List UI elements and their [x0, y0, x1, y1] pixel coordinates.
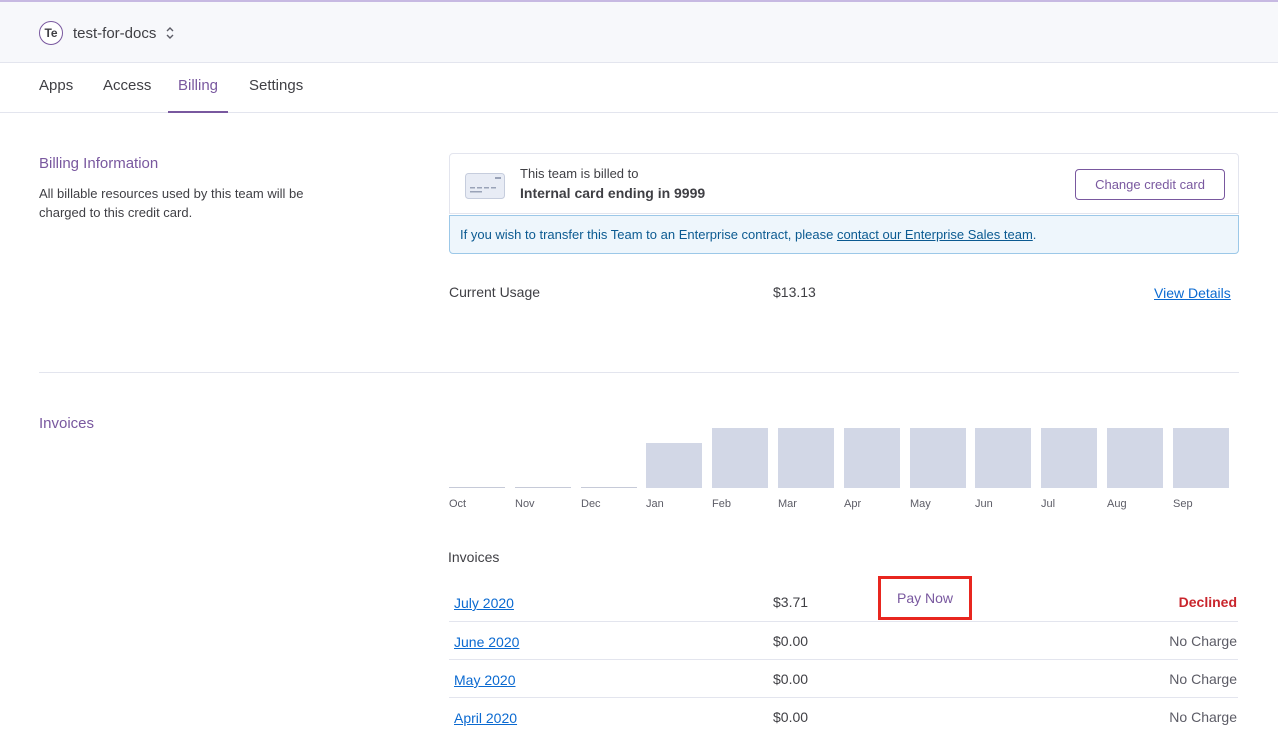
- chart-label-dec: Dec: [581, 498, 601, 510]
- invoice-month-link[interactable]: April 2020: [454, 710, 517, 726]
- invoice-month-link[interactable]: July 2020: [454, 595, 514, 611]
- chart-bar-feb[interactable]: [712, 428, 768, 488]
- chart-label-jul: Jul: [1041, 498, 1056, 510]
- chart-bar-oct[interactable]: [449, 487, 505, 488]
- credit-card-icon: [465, 173, 505, 199]
- invoice-amount: $0.00: [773, 671, 809, 687]
- invoice-row: June 2020 $0.00 No Charge: [449, 622, 1238, 660]
- team-avatar: Te: [39, 21, 63, 45]
- invoice-month-link[interactable]: June 2020: [454, 634, 519, 650]
- chart-label-may: May: [910, 498, 931, 510]
- chart-label-feb: Feb: [712, 498, 731, 510]
- chart-label-mar: Mar: [778, 498, 797, 510]
- invoice-status: No Charge: [1169, 671, 1237, 687]
- invoice-chart: Oct Nov Dec Jan Feb Mar Apr May Jun Jul Aug Sep: [449, 410, 1239, 520]
- chart-bar-sep[interactable]: [1173, 428, 1229, 488]
- invoice-row: April 2020 $0.00 No Charge: [449, 698, 1238, 736]
- chart-label-apr: Apr: [844, 498, 862, 510]
- chart-label-nov: Nov: [515, 498, 535, 510]
- notice-suffix: .: [1032, 227, 1037, 242]
- chart-bar-apr[interactable]: [844, 428, 900, 488]
- tab-billing[interactable]: Billing: [168, 63, 228, 113]
- chart-label-aug: Aug: [1107, 498, 1127, 510]
- invoice-status-declined: Declined: [1178, 594, 1237, 610]
- pay-now-button[interactable]: Pay Now: [878, 576, 972, 620]
- chart-bar-jun[interactable]: [975, 428, 1031, 488]
- chart-bar-mar[interactable]: [778, 428, 834, 488]
- chevron-up-down-icon: [166, 27, 174, 39]
- invoice-amount: $3.71: [773, 594, 809, 610]
- invoice-amount: $0.00: [773, 709, 809, 725]
- chart-bar-jul[interactable]: [1041, 428, 1097, 488]
- change-credit-card-button[interactable]: Change credit card: [1075, 169, 1225, 200]
- chart-label-jan: Jan: [646, 498, 664, 510]
- enterprise-sales-link[interactable]: contact our Enterprise Sales team: [837, 227, 1033, 242]
- billing-information-title: Billing Information: [39, 155, 159, 172]
- tab-apps[interactable]: Apps: [39, 63, 73, 113]
- billing-card-panel: This team is billed to Internal card end…: [449, 153, 1239, 214]
- chart-bar-may[interactable]: [910, 428, 966, 488]
- invoice-status: No Charge: [1169, 633, 1237, 649]
- top-bar: Te test-for-docs: [0, 0, 1278, 63]
- card-name: Internal card ending in 9999: [520, 185, 706, 201]
- chart-label-sep: Sep: [1173, 498, 1193, 510]
- tab-access[interactable]: Access: [103, 63, 151, 113]
- invoices-list-heading: Invoices: [448, 549, 500, 565]
- tab-settings[interactable]: Settings: [249, 63, 303, 113]
- billing-description: All billable resources used by this team…: [39, 186, 304, 220]
- invoice-row: May 2020 $0.00 No Charge: [449, 660, 1238, 698]
- team-name: test-for-docs: [73, 24, 157, 42]
- section-divider: [39, 372, 1239, 373]
- current-usage-label: Current Usage: [449, 284, 541, 300]
- chart-bar-nov[interactable]: [515, 487, 571, 488]
- invoice-row: July 2020 $3.71 Pay Now Declined: [449, 576, 1238, 622]
- enterprise-notice: If you wish to transfer this Team to an …: [449, 215, 1239, 254]
- invoices-section-title: Invoices: [39, 415, 95, 432]
- team-switcher[interactable]: Te test-for-docs: [39, 21, 175, 45]
- chart-bar-jan[interactable]: [646, 443, 702, 488]
- billed-to-label: This team is billed to: [520, 166, 639, 181]
- chart-label-oct: Oct: [449, 498, 467, 510]
- current-usage-value: $13.13: [773, 284, 816, 300]
- view-details-link[interactable]: View Details: [1154, 285, 1231, 301]
- notice-text: If you wish to transfer this Team to an …: [460, 227, 837, 242]
- chart-bar-aug[interactable]: [1107, 428, 1163, 488]
- invoice-amount: $0.00: [773, 633, 809, 649]
- invoice-month-link[interactable]: May 2020: [454, 672, 515, 688]
- invoice-status: No Charge: [1169, 709, 1237, 725]
- chart-bar-dec[interactable]: [581, 487, 637, 488]
- tab-bar: Apps Access Billing Settings: [0, 63, 1278, 113]
- chart-label-jun: Jun: [975, 498, 993, 510]
